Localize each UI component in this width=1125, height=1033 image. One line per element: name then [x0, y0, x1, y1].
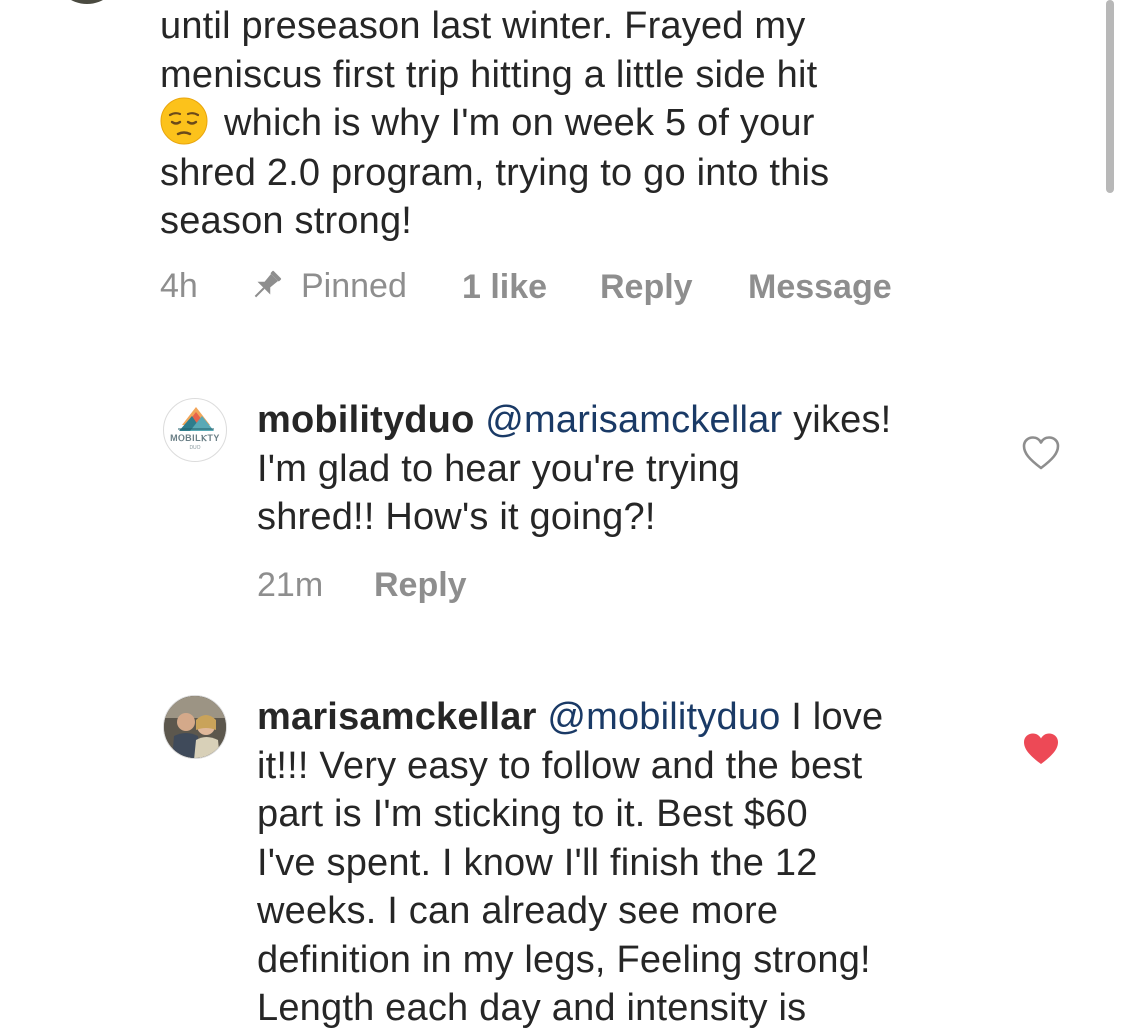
comment-line: until preseason last winter. Frayed my [160, 5, 806, 47]
reply-text: mobilityduo @marisamckellar yikes! I'm g… [257, 396, 891, 542]
pinned-label: Pinned [301, 267, 407, 305]
mention-link[interactable]: @marisamckellar [485, 399, 782, 441]
reply-line: Length each day and intensity is [257, 987, 807, 1029]
comment-line-text: which is why I'm on week 5 of your [224, 102, 815, 144]
username-link[interactable]: mobilityduo [257, 399, 475, 441]
reply-label[interactable]: Reply [374, 566, 467, 604]
comment-avatar-partial[interactable] [56, 0, 118, 4]
reply-first-line: marisamckellar @mobilityduo I love [257, 693, 883, 742]
mention-link[interactable]: @mobilityduo [547, 696, 780, 738]
scrollbar[interactable] [1106, 0, 1114, 193]
reply-first-line: mobilityduo @marisamckellar yikes! [257, 396, 891, 445]
reply-line: part is I'm sticking to it. Best $60 [257, 793, 808, 835]
comment-line: season strong! [160, 200, 413, 243]
reply-line: I've spent. I know I'll finish the 12 [257, 841, 818, 884]
likes-count[interactable]: 1 like [462, 268, 547, 306]
pin-icon [246, 268, 286, 304]
reply-line-text: yikes! [793, 399, 892, 441]
message-button[interactable]: Message [748, 268, 892, 307]
comment-line: meniscus first trip hitting a little sid… [160, 53, 818, 96]
comment-text: until preseason last winter. Frayed my m… [160, 2, 829, 246]
avatar-mobilityduo[interactable] [163, 398, 227, 462]
heart-outline-icon[interactable] [1021, 435, 1061, 476]
avatar-marisamckellar[interactable] [163, 695, 227, 759]
reply-line: shred!! How's it going?! [257, 496, 656, 538]
heart-filled-icon[interactable] [1021, 731, 1061, 772]
pensive-face-emoji-icon [160, 97, 208, 145]
reply-button[interactable]: Reply [600, 268, 693, 307]
avatar-logo-text: MⲞBILⲔTY [170, 433, 220, 443]
reply-line: it!!! Very easy to follow and the best [257, 744, 863, 787]
comment-line: which is why I'm on week 5 of your [160, 97, 829, 149]
message-label[interactable]: Message [748, 268, 892, 306]
avatar-logo-subtext: DUO [189, 445, 201, 451]
reply-label[interactable]: Reply [600, 268, 693, 306]
likes-count-button[interactable]: 1 like [462, 268, 547, 307]
reply-line: I'm glad to hear you're trying [257, 447, 741, 490]
reply-line: weeks. I can already see more [257, 890, 779, 932]
reply-line: definition in my legs, Feeling strong! [257, 938, 871, 981]
username-link[interactable]: marisamckellar [257, 696, 537, 738]
reply-text: marisamckellar @mobilityduo I love it!!!… [257, 693, 883, 1033]
comment-line: shred 2.0 program, trying to go into thi… [160, 151, 830, 194]
reply-line-text: I love [791, 696, 884, 738]
reply-button[interactable]: Reply [374, 566, 467, 605]
comment-meta-row: 4h [160, 267, 198, 306]
comment-time: 4h [160, 267, 198, 305]
reply-time: 21m [257, 566, 324, 604]
